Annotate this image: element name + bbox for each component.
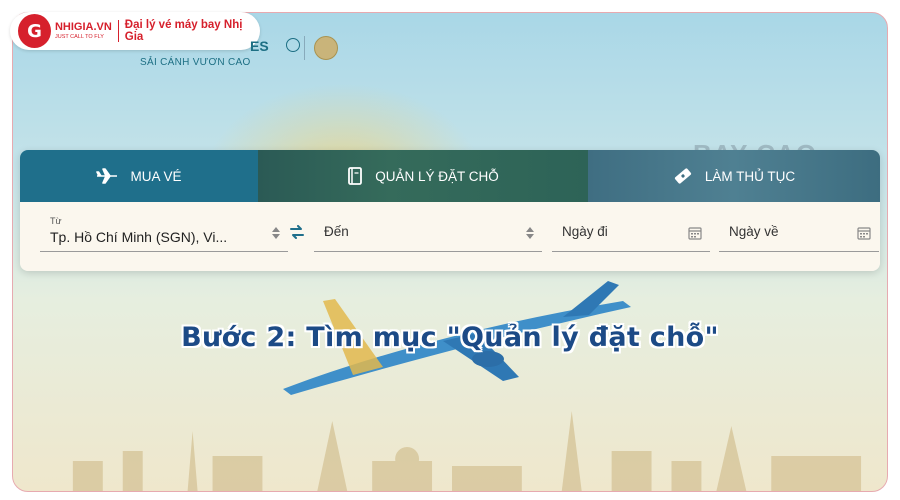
step-caption: Bước 2: Tìm mục "Quản lý đặt chỗ" xyxy=(181,322,719,353)
skyteam-icon xyxy=(286,38,300,52)
return-date-field[interactable]: Ngày về xyxy=(719,212,879,252)
tab-buy-ticket[interactable]: MUA VÉ xyxy=(20,150,258,202)
sort-arrows-icon xyxy=(526,226,534,244)
origin-label: Từ xyxy=(50,216,62,226)
brand-divider xyxy=(117,20,119,42)
tab-label: LÀM THỦ TỤC xyxy=(704,168,796,184)
nhigia-logo: G xyxy=(18,14,51,48)
destination-field[interactable]: Đến xyxy=(314,212,542,252)
airline-divider xyxy=(304,36,305,60)
sort-arrows-icon xyxy=(272,226,280,244)
city-skyline xyxy=(72,411,862,491)
departure-date-field[interactable]: Ngày đi xyxy=(552,212,710,252)
brand-header[interactable]: G NHIGIA.VN JUST CALL TO FLY Đại lý vé m… xyxy=(10,12,260,50)
swap-airports-icon[interactable] xyxy=(290,225,304,244)
search-form: Từ Tp. Hồ Chí Minh (SGN), Vi... Đến Ngày… xyxy=(20,202,880,271)
calendar-icon xyxy=(857,226,871,245)
return-placeholder: Ngày về xyxy=(729,224,779,239)
logo-name: NHIGIA.VN xyxy=(54,20,112,33)
destination-placeholder: Đến xyxy=(324,224,349,239)
award-seal-icon xyxy=(314,36,338,60)
tab-label: MUA VÉ xyxy=(130,168,182,184)
brand-description: Đại lý vé máy bay Nhị Gia xyxy=(124,19,243,43)
origin-field[interactable]: Từ Tp. Hồ Chí Minh (SGN), Vi... xyxy=(40,212,288,252)
airplane-icon xyxy=(96,168,118,184)
airline-slogan: SẢI CÁNH VƯƠN CAO xyxy=(140,57,251,68)
booking-widget: MUA VÉ QUẢN LÝ ĐẶT CHỖ LÀM THỦ TỤC Từ Tp… xyxy=(20,150,880,271)
departure-placeholder: Ngày đi xyxy=(562,224,608,239)
tab-check-in[interactable]: LÀM THỦ TỤC xyxy=(588,150,880,202)
logo-text-block: NHIGIA.VN JUST CALL TO FLY xyxy=(54,20,112,41)
logo-tagline: JUST CALL TO FLY xyxy=(54,33,104,40)
tab-manage-booking[interactable]: QUẢN LÝ ĐẶT CHỖ xyxy=(258,150,588,202)
book-icon xyxy=(347,167,363,185)
calendar-icon xyxy=(688,226,702,245)
airline-logo-text: ES xyxy=(250,38,269,54)
booking-tabs: MUA VÉ QUẢN LÝ ĐẶT CHỖ LÀM THỦ TỤC xyxy=(20,150,880,202)
origin-value: Tp. Hồ Chí Minh (SGN), Vi... xyxy=(50,229,228,245)
tab-label: QUẢN LÝ ĐẶT CHỖ xyxy=(375,168,499,184)
ticket-icon xyxy=(673,167,693,185)
